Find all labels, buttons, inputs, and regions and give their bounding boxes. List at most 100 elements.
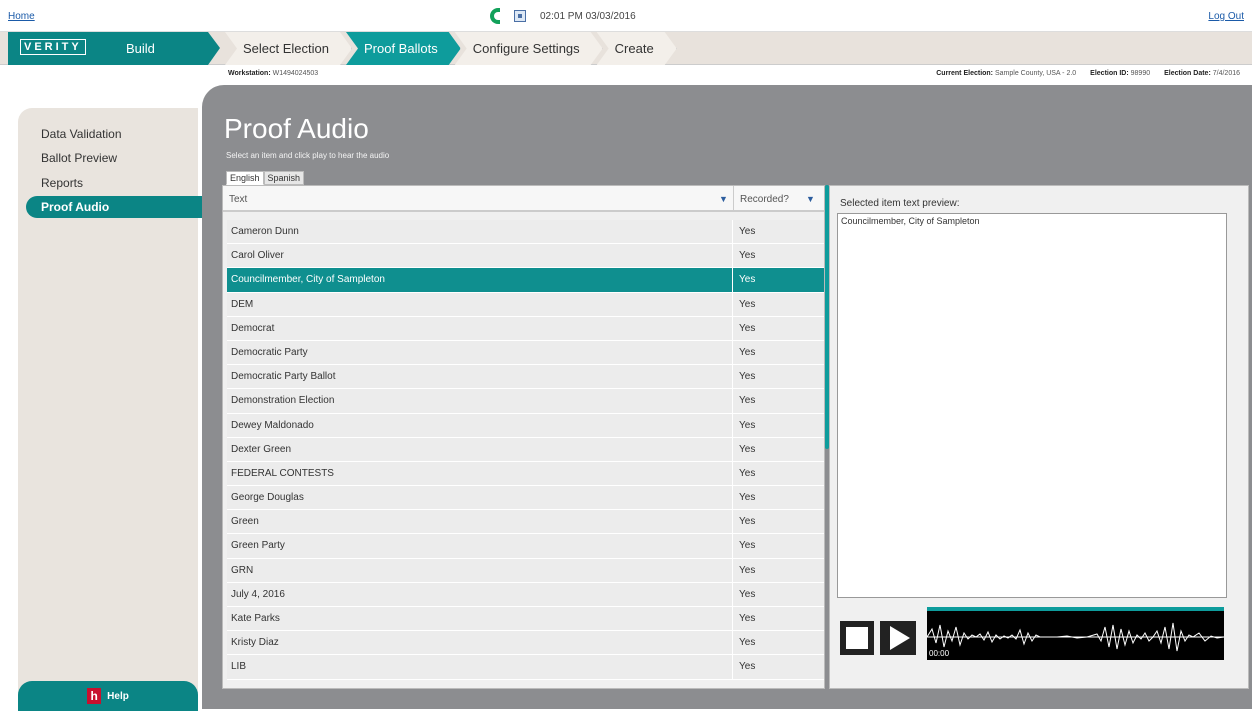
preview-panel: Selected item text preview: Councilmembe…	[829, 185, 1249, 689]
row-text: Cameron Dunn	[227, 220, 733, 244]
row-text: July 4, 2016	[227, 582, 733, 606]
row-text: George Douglas	[227, 486, 733, 510]
column-recorded[interactable]: Recorded? ▼	[733, 186, 824, 210]
row-recorded: Yes	[739, 419, 756, 431]
table-row[interactable]: Democratic Party Ballot Yes	[227, 365, 824, 390]
row-recorded: Yes	[739, 588, 756, 600]
row-recorded: Yes	[739, 516, 756, 528]
status-area: 02:01 PM 03/03/2016	[490, 8, 636, 24]
row-text: Green	[227, 510, 733, 534]
stop-button[interactable]	[840, 621, 874, 655]
sidebar-item-data-validation[interactable]: Data Validation	[41, 127, 122, 141]
table-row[interactable]: FEDERAL CONTESTS Yes	[227, 461, 824, 487]
row-recorded: Yes	[739, 540, 756, 552]
row-text: DEM	[227, 292, 733, 316]
clock: 02:01 PM 03/03/2016	[540, 10, 636, 22]
row-recorded: Yes	[739, 492, 756, 504]
row-text: Dexter Green	[227, 437, 733, 461]
row-recorded: Yes	[739, 250, 756, 262]
row-recorded: Yes	[739, 613, 756, 624]
table-row[interactable]: July 4, 2016 Yes	[227, 582, 824, 607]
table-row[interactable]: Democratic Party Yes	[227, 340, 824, 366]
row-recorded: Yes	[739, 322, 756, 334]
phone-icon	[490, 8, 500, 24]
row-text: Dewey Maldonado	[227, 413, 733, 437]
help-icon: h	[87, 688, 102, 704]
election-id: Election ID: 98990	[1090, 70, 1151, 77]
audio-time: 00:00	[929, 649, 950, 658]
page-subtitle: Select an item and click play to hear th…	[226, 151, 390, 160]
network-icon	[514, 10, 526, 22]
row-text: Carol Oliver	[227, 244, 733, 268]
filter-icon[interactable]: ▼	[719, 194, 728, 204]
sidebar-item-ballot-preview[interactable]: Ballot Preview	[41, 151, 117, 165]
audio-waveform[interactable]: 00:00	[926, 607, 1225, 660]
election-date: Election Date: 7/4/2016	[1164, 70, 1240, 77]
row-text: GRN	[227, 558, 733, 582]
table-row[interactable]: LIB Yes	[227, 655, 824, 680]
row-recorded: Yes	[739, 298, 756, 310]
sidebar: Data Validation Ballot Preview Reports P…	[18, 108, 210, 711]
waveform-graphic	[926, 622, 1225, 652]
table-row[interactable]: Kristy Diaz Yes	[227, 631, 824, 656]
row-text: Kate Parks	[227, 607, 733, 631]
row-recorded: Yes	[739, 443, 756, 455]
filter-icon[interactable]: ▼	[806, 194, 815, 204]
row-recorded: Yes	[739, 637, 756, 649]
row-text: Kristy Diaz	[227, 631, 733, 655]
table-row[interactable]: GRN Yes	[227, 558, 824, 583]
row-text: LIB	[227, 655, 733, 679]
page-title: Proof Audio	[224, 113, 369, 144]
tab-spanish[interactable]: Spanish	[263, 171, 305, 185]
top-bar: Home 02:01 PM 03/03/2016 Log Out	[0, 0, 1252, 32]
build-label: Build	[126, 41, 155, 56]
logout-link[interactable]: Log Out	[1208, 11, 1244, 22]
sidebar-item-reports[interactable]: Reports	[41, 176, 83, 190]
help-button[interactable]: h Help	[18, 681, 198, 711]
stop-icon	[846, 627, 868, 649]
row-recorded: Yes	[739, 661, 756, 673]
audio-item-list: Text ▼ Recorded? ▼ Cameron Dunn Yes Carol …	[222, 185, 825, 689]
row-recorded: Yes	[739, 395, 756, 407]
preview-textbox: Councilmember, City of Sampleton	[837, 213, 1227, 598]
home-link[interactable]: Home	[8, 11, 35, 22]
workstation-info: Workstation: W1494024503	[228, 70, 319, 77]
row-text: Demonstration Election	[227, 389, 733, 413]
table-row[interactable]: Demonstration Election Yes	[227, 389, 824, 414]
step-configure-settings[interactable]: Configure Settings	[455, 32, 603, 65]
table-row[interactable]: Kate Parks Yes	[227, 607, 824, 632]
table-row[interactable]: George Douglas Yes	[227, 486, 824, 511]
sidebar-item-proof-audio[interactable]: Proof Audio	[26, 196, 210, 218]
table-row[interactable]: Green Yes	[227, 510, 824, 535]
main-panel: Proof Audio Select an item and click pla…	[202, 85, 1252, 709]
row-text: Democratic Party	[227, 340, 733, 365]
row-text: Democrat	[227, 316, 733, 340]
election-info: Current Election: Sample County, USA - 2…	[936, 70, 1240, 77]
tab-english[interactable]: English	[226, 171, 264, 185]
step-create[interactable]: Create	[597, 32, 677, 65]
help-label: Help	[107, 690, 129, 702]
step-proof-ballots[interactable]: Proof Ballots	[346, 32, 461, 65]
list-rows: Cameron Dunn Yes Carol Oliver Yes Councilmem…	[223, 212, 824, 680]
current-election: Current Election: Sample County, USA - 2…	[936, 70, 1077, 77]
table-row[interactable]: Democrat Yes	[227, 316, 824, 341]
table-row[interactable]: DEM Yes	[227, 292, 824, 317]
table-row[interactable]: Green Party Yes	[227, 534, 824, 559]
table-row[interactable]: Cameron Dunn Yes	[227, 220, 824, 245]
play-button[interactable]	[880, 621, 916, 655]
table-row[interactable]: Dewey Maldonado Yes	[227, 413, 824, 438]
row-text: FEDERAL CONTESTS	[227, 461, 733, 486]
row-recorded: Yes	[739, 564, 756, 576]
brand-block: VERITY Build	[8, 32, 220, 65]
table-row[interactable]: Councilmember, City of Sampleton Yes	[227, 268, 824, 293]
row-text: Green Party	[227, 534, 733, 558]
table-row[interactable]: Carol Oliver Yes	[227, 244, 824, 269]
row-recorded: Yes	[739, 371, 756, 383]
column-text[interactable]: Text ▼	[223, 186, 733, 210]
info-bar: Workstation: W1494024503 Current Electio…	[0, 65, 1252, 85]
table-row[interactable]: Dexter Green Yes	[227, 437, 824, 462]
step-select-election[interactable]: Select Election	[225, 32, 352, 65]
row-recorded: Yes	[739, 467, 756, 479]
list-header: Text ▼ Recorded? ▼	[223, 186, 824, 212]
preview-label: Selected item text preview:	[840, 198, 960, 209]
